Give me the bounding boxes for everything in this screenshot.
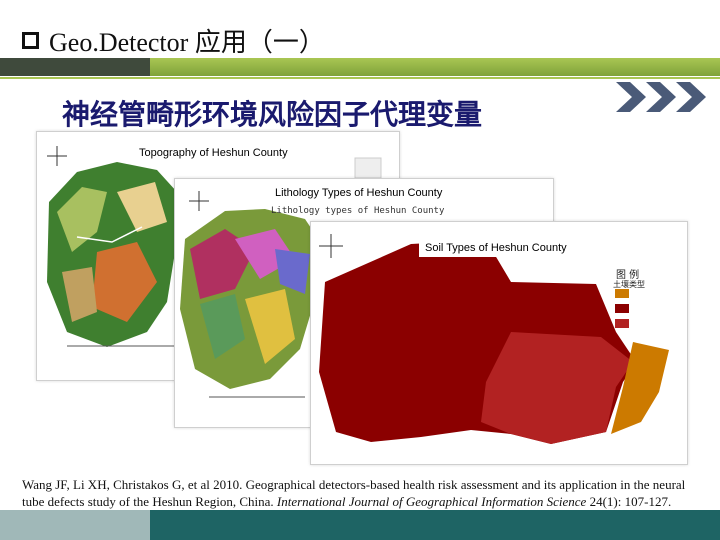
footer-bar-accent <box>0 510 150 540</box>
slide-title-text: Geo.Detector 应用（一） <box>49 28 325 57</box>
legend-swatch-dark-red <box>615 304 629 313</box>
citation-volume: 24(1): 107-127. <box>589 494 672 509</box>
soil-map-image <box>319 234 669 444</box>
citation-journal: International Journal of Geographical In… <box>276 494 587 509</box>
header-divider <box>0 77 720 79</box>
slide-title: Geo.Detector 应用（一） <box>22 22 325 59</box>
legend-swatch-red <box>615 319 629 328</box>
chevron-right-icon <box>616 82 646 112</box>
north-arrow-icon <box>189 191 209 211</box>
header-bar-accent <box>0 58 150 76</box>
legend-swatch-orange <box>615 289 629 298</box>
soil-legend-subtitle: 土壤类型 <box>613 280 645 289</box>
topography-map-label: Topography of Heshun County <box>133 144 294 162</box>
north-arrow-icon <box>319 234 343 258</box>
citation: Wang JF, Li XH, Christakos G, et al 2010… <box>22 476 698 510</box>
chevron-right-icon <box>646 82 676 112</box>
chevron-right-icon <box>676 82 706 112</box>
soil-map: Soil Types of Heshun County 图 例 土壤类型 <box>310 221 688 465</box>
svg-text:Lithology types of Heshun Coun: Lithology types of Heshun County <box>271 206 445 216</box>
soil-map-label: Soil Types of Heshun County <box>419 239 573 257</box>
square-bullet-icon <box>22 32 39 49</box>
lithology-map-label: Lithology Types of Heshun County <box>269 184 449 202</box>
slide-subtitle: 神经管畸形环境风险因子代理变量 <box>62 98 483 131</box>
north-arrow-icon <box>47 146 67 166</box>
